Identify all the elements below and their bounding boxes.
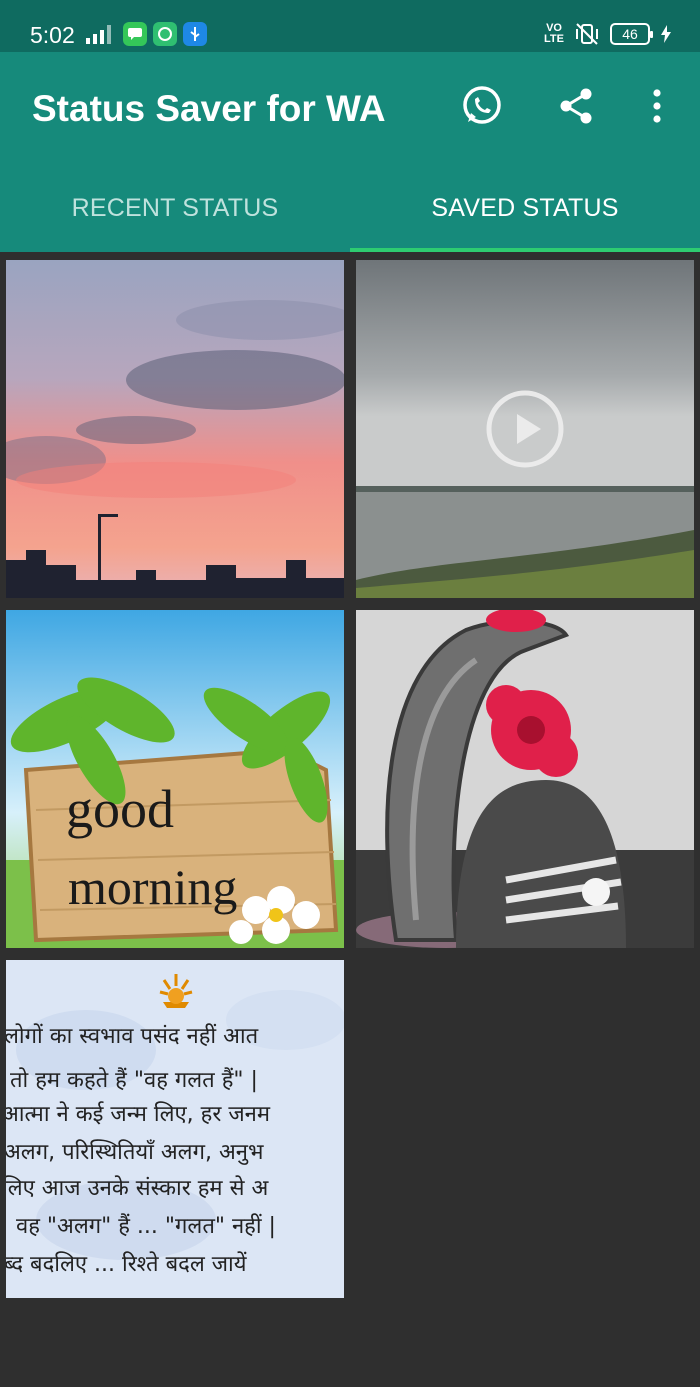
status-bar: 5:02 VO LTE 46 (0, 0, 700, 52)
more-options-icon[interactable] (633, 82, 681, 130)
signal-icon (86, 25, 111, 44)
greeting-word-morning: morning (68, 859, 238, 915)
quote-line: वह "अलग" हैं ... "गलत" नहीं | (16, 1214, 276, 1239)
shivling-rose-photo (356, 610, 694, 948)
status-thumbnail[interactable]: good morning (6, 610, 344, 948)
app-title: Status Saver for WA (32, 88, 386, 129)
status-thumbnail[interactable] (356, 610, 694, 948)
tab-recent-status[interactable]: RECENT STATUS (0, 194, 350, 223)
status-time: 5:02 (30, 22, 75, 48)
usb-icon (183, 22, 207, 46)
tab-indicator (350, 248, 700, 252)
share-icon[interactable] (552, 82, 600, 130)
quote-line: आत्मा ने कई जन्म लिए, हर जनम (6, 1102, 271, 1127)
quote-line: ब्द बदलिए ... रिश्ते बदल जायें (6, 1252, 247, 1277)
status-thumbnail[interactable]: लोगों का स्वभाव पसंद नहीं आत तो हम कहते … (6, 960, 344, 1298)
sunset-sky-photo (6, 260, 344, 598)
quote-line: लिए आज उनके संस्कार हम से अ (6, 1176, 269, 1201)
volte-indicator: VO LTE (544, 22, 564, 45)
app-bar: Status Saver for WA RECENT STATUS SAVED … (0, 52, 700, 252)
play-icon[interactable] (485, 389, 565, 469)
charging-icon (661, 25, 671, 43)
whatsapp-icon[interactable] (458, 82, 506, 130)
chat-bubble-icon (153, 22, 177, 46)
quote-line: लोगों का स्वभाव पसंद नहीं आत (6, 1024, 259, 1049)
tab-saved-status[interactable]: SAVED STATUS (350, 194, 700, 223)
sun-emblem-icon (159, 974, 193, 1008)
battery-icon: 46 (610, 23, 653, 45)
vibrate-off-icon (576, 23, 598, 45)
message-icon (123, 22, 147, 46)
quote-line: अलग, परिस्थितियाँ अलग, अनुभ (6, 1140, 264, 1165)
quote-line: तो हम कहते हैं "वह गलत हैं" | (10, 1068, 258, 1093)
status-thumbnail[interactable] (6, 260, 344, 598)
status-thumbnail-video[interactable] (356, 260, 694, 598)
greeting-word-good: good (66, 779, 174, 839)
